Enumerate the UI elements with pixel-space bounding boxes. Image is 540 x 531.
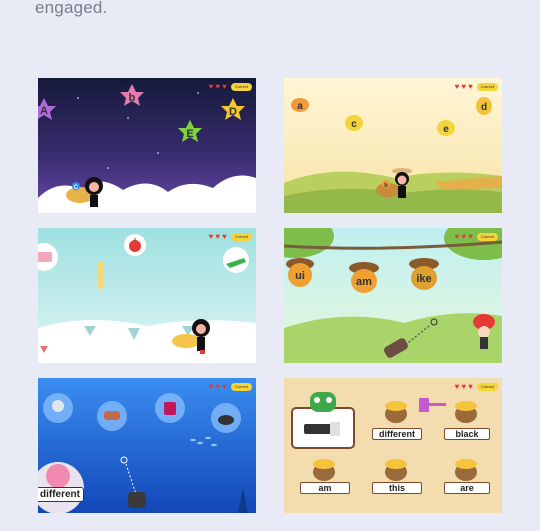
leaf-letter-a[interactable]: a [291,98,309,112]
apple-bubble[interactable] [124,234,146,256]
fan-bubble[interactable] [43,393,73,423]
picture-card [291,407,355,449]
leaf-letter-c[interactable]: c [345,115,363,131]
tally-stick [98,261,103,289]
heart-icon: ♥ [461,82,467,91]
mole [313,459,335,481]
acorn-word-label: am [356,276,372,288]
game-screenshot-acorn-words: ui am ike ♥ ♥ ♥ Correct [284,228,502,363]
mole-word-black[interactable]: black [444,428,490,440]
heart-icon: ♥ [461,232,467,241]
heart-icon: ♥ [215,382,221,391]
heart-icon: ♥ [215,82,221,91]
heart-icon: ♥ [222,82,227,91]
intro-text: engaged. [35,0,108,17]
acorn-word-label: ui [295,270,305,282]
leaf-letter-label: e [443,124,449,135]
game-screenshot-bubble-objects: different ♥ ♥ ♥ Correct [38,378,256,513]
hud: ♥ ♥ ♥ Correct [209,83,252,91]
heart-icon: ♥ [222,232,227,241]
correct-counter: Correct [476,383,498,391]
hud: ♥ ♥ ♥ Correct [209,383,252,391]
mole-word-are[interactable]: are [444,482,490,494]
heart-icon: ♥ [208,382,214,391]
caught-letter: b [384,183,388,189]
mole [385,459,407,481]
leaf-letter-d[interactable]: d [476,97,492,115]
meat-bubble[interactable] [97,401,127,431]
hud: ♥ ♥ ♥ Correct [209,233,252,241]
hud: ♥ ♥ ♥ Correct [455,233,498,241]
leaf-letter-e[interactable]: e [437,120,455,136]
star-letter-label: A [40,105,48,117]
heart-icon: ♥ [468,382,473,391]
mole-word-different[interactable]: different [372,428,422,440]
hud: ♥ ♥ ♥ Correct [455,83,498,91]
heart-icon: ♥ [454,82,460,91]
star-letter-label: b [129,92,136,104]
leaf-letter-label: d [481,102,487,113]
game-screenshot-snow-objects: ♥ ♥ ♥ Correct [38,228,256,363]
heart-icon: ♥ [222,382,227,391]
heart-icon: ♥ [208,232,214,241]
mole [385,401,407,423]
correct-counter: Correct [230,83,252,91]
mole [455,459,477,481]
correct-counter: Correct [476,83,498,91]
caught-letter: C [74,185,79,191]
star-letter-label: D [229,106,237,118]
heart-icon: ♥ [461,382,467,391]
heart-icon: ♥ [468,82,473,91]
heart-icon: ♥ [454,232,460,241]
correct-counter: Correct [230,233,252,241]
heart-icon: ♥ [454,382,460,391]
mole-word-this[interactable]: this [372,482,422,494]
mole-word-am[interactable]: am [300,482,350,494]
mole [455,401,477,423]
heart-icon: ♥ [208,82,214,91]
crocodile-bubble[interactable] [223,247,249,273]
star-letter-label: E [186,128,193,140]
heart-icon: ♥ [215,232,221,241]
pan-bubble[interactable] [211,403,241,433]
hud: ♥ ♥ ♥ Correct [455,383,498,391]
monster-character [310,392,336,412]
word-label: different [38,487,84,502]
leaf-letter-label: a [297,101,303,112]
jam-bubble[interactable] [155,393,185,423]
acorn-word-label: ike [416,273,431,285]
game-screenshot-leaf-letters: a c e d b ♥ ♥ ♥ Correct [284,78,502,213]
heart-icon: ♥ [468,232,473,241]
correct-counter: Correct [476,233,498,241]
correct-counter: Correct [230,383,252,391]
game-screenshot-star-letters: A b E D C ♥ ♥ ♥ Correct [38,78,256,213]
game-screenshot-mole-words: different black am this are ♥ ♥ ♥ Correc… [284,378,502,513]
leaf-letter-label: c [351,119,357,130]
